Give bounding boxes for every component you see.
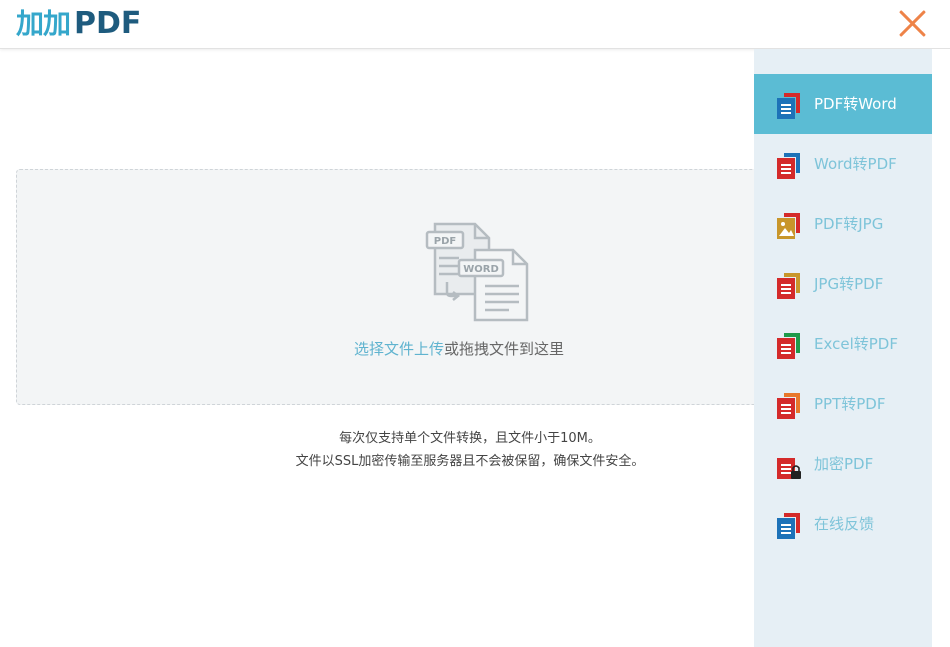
sidebar-item-label: PPT转PDF [814, 395, 886, 413]
sidebar-item-excel-to-pdf[interactable]: Excel转PDF [754, 314, 932, 374]
sidebar-item-pdf-to-jpg[interactable]: PDF转JPG [754, 194, 932, 254]
logo-mark: 加加 [16, 7, 71, 40]
lock-doc-icon [777, 458, 801, 479]
sidebar-item-ppt-to-pdf[interactable]: PPT转PDF [754, 374, 932, 434]
sidebar-item-pdf-to-word[interactable]: PDF转Word [754, 74, 932, 134]
sidebar-item-label: 加密PDF [814, 455, 874, 473]
logo-text: PDF [74, 6, 142, 41]
close-icon[interactable] [894, 6, 930, 42]
pdf-to-word-illustration-icon: PDF WORD [425, 222, 529, 322]
logo[interactable]: 加加 PDF [16, 7, 141, 41]
sidebar-item-label: JPG转PDF [814, 275, 884, 293]
sidebar-item-label: Excel转PDF [814, 335, 898, 353]
word-doc-icon [777, 93, 800, 119]
logo-mark-text: 加加 [16, 7, 71, 40]
sidebar-item-feedback[interactable]: 在线反馈 [754, 494, 932, 554]
illustration-pdf-tag: PDF [434, 236, 456, 247]
sidebar-item-encrypt-pdf[interactable]: 加密PDF [754, 434, 932, 494]
drag-hint: 或拖拽文件到这里 [444, 340, 565, 358]
sidebar-item-label: Word转PDF [814, 155, 897, 173]
illustration-word-tag: WORD [463, 264, 499, 275]
pdf-doc-icon [777, 393, 800, 419]
feedback-doc-icon [777, 513, 800, 539]
sidebar-item-label: 在线反馈 [814, 515, 875, 533]
pdf-doc-icon [777, 153, 800, 179]
sidebar-edge [932, 49, 950, 647]
pdf-doc-icon [777, 333, 800, 359]
image-doc-icon [777, 213, 800, 239]
upload-instructions: 选择文件上传或拖拽文件到这里 [17, 338, 777, 359]
sidebar-item-label: PDF转JPG [814, 215, 884, 233]
pdf-doc-icon [777, 273, 800, 299]
header: 加加 PDF [0, 0, 950, 49]
sidebar-item-jpg-to-pdf[interactable]: JPG转PDF [754, 254, 932, 314]
sidebar-item-label: PDF转Word [814, 95, 897, 113]
sidebar-item-word-to-pdf[interactable]: Word转PDF [754, 134, 932, 194]
tools-sidebar: PDF转Word Word转PDF PDF转JPG JPG转PDF Excel转… [754, 49, 932, 647]
select-file-link[interactable]: 选择文件上传 [354, 340, 444, 358]
upload-dropzone[interactable]: PDF WORD 选择文件上传或拖拽文件到这里 [16, 169, 778, 405]
